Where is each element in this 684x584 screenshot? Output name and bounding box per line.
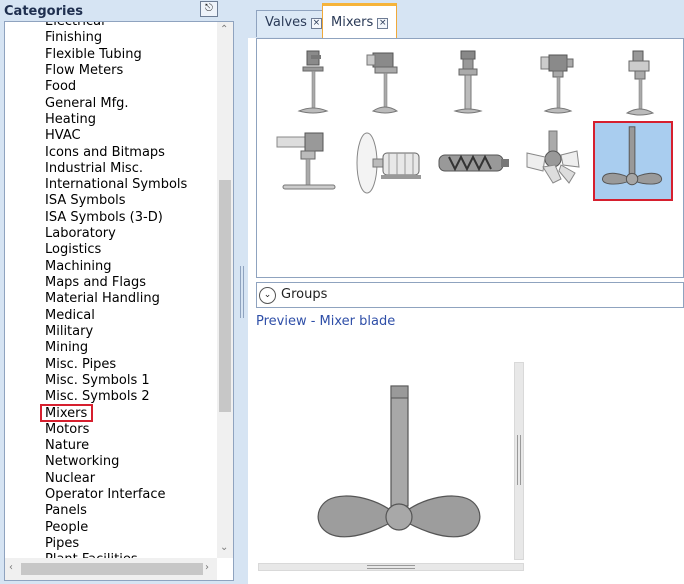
category-item[interactable]: Icons and Bitmaps bbox=[45, 145, 187, 161]
close-icon[interactable]: × bbox=[377, 18, 389, 29]
selected-category-outline bbox=[40, 404, 93, 422]
category-item[interactable]: Laboratory bbox=[45, 226, 187, 242]
tab-mixers[interactable]: Mixers × bbox=[322, 3, 398, 38]
tab-label: Valves bbox=[265, 15, 307, 30]
chevron-down-circle-icon[interactable]: ⌄ bbox=[259, 287, 276, 304]
symbol-gallery bbox=[256, 38, 684, 278]
preview-horizontal-scrollbar[interactable] bbox=[258, 563, 524, 571]
mixer-top-4-symbol[interactable] bbox=[519, 43, 599, 123]
categories-items: Electrical Finishing Flexible Tubing Flow M… bbox=[45, 22, 187, 569]
mixer-top-2-symbol[interactable] bbox=[347, 43, 427, 123]
category-item[interactable]: Motors bbox=[45, 422, 187, 438]
category-item[interactable]: ISA Symbols (3-D) bbox=[45, 210, 187, 226]
mixer-blade-symbol[interactable] bbox=[593, 121, 673, 201]
category-item[interactable]: People bbox=[45, 520, 187, 536]
mixer-screw-symbol[interactable] bbox=[435, 123, 515, 203]
category-item[interactable]: Logistics bbox=[45, 242, 187, 258]
mixer-top-5-symbol[interactable] bbox=[605, 43, 684, 123]
preview-area bbox=[256, 334, 684, 584]
pin-icon[interactable]: ⎋ bbox=[200, 1, 218, 17]
scroll-right-icon[interactable]: › bbox=[205, 562, 209, 573]
category-item[interactable]: Operator Interface bbox=[45, 487, 187, 503]
category-item[interactable]: Networking bbox=[45, 454, 187, 470]
mixer-drum-symbol[interactable] bbox=[347, 123, 427, 203]
category-item[interactable]: ISA Symbols bbox=[45, 193, 187, 209]
scroll-down-icon[interactable]: ⌄ bbox=[220, 542, 228, 553]
category-item[interactable]: Finishing bbox=[45, 30, 187, 46]
category-item[interactable]: Nuclear bbox=[45, 471, 187, 487]
scroll-left-icon[interactable]: ‹ bbox=[9, 562, 13, 573]
category-item[interactable]: Misc. Pipes bbox=[45, 357, 187, 373]
category-item[interactable]: Material Handling bbox=[45, 291, 187, 307]
category-item[interactable]: General Mfg. bbox=[45, 96, 187, 112]
mixer-top-3-symbol[interactable] bbox=[435, 43, 515, 123]
panel-splitter[interactable] bbox=[236, 0, 248, 584]
category-item[interactable]: Medical bbox=[45, 308, 187, 324]
groups-bar[interactable]: ⌄ Groups bbox=[256, 282, 684, 308]
category-item[interactable]: International Symbols bbox=[45, 177, 187, 193]
category-item[interactable]: Electrical bbox=[45, 22, 187, 30]
scroll-up-icon[interactable]: ⌃ bbox=[220, 24, 228, 35]
scroll-grip[interactable] bbox=[517, 435, 521, 485]
category-item[interactable]: Flexible Tubing bbox=[45, 47, 187, 63]
groups-label: Groups bbox=[281, 287, 328, 302]
category-item[interactable]: Misc. Symbols 1 bbox=[45, 373, 187, 389]
categories-vertical-scrollbar[interactable]: ⌃ ⌄ bbox=[217, 22, 233, 558]
mixer-side-1-symbol[interactable] bbox=[271, 123, 351, 203]
tabs-bar: Valves × Mixers × bbox=[248, 0, 684, 38]
category-item[interactable]: Military bbox=[45, 324, 187, 340]
mixer-top-1-symbol[interactable] bbox=[271, 43, 351, 123]
symbols-pane: Valves × Mixers × ⌄ Groups Preview - Mix… bbox=[248, 0, 684, 584]
category-item[interactable]: Industrial Misc. bbox=[45, 161, 187, 177]
splitter-grip[interactable] bbox=[240, 266, 244, 318]
category-item[interactable]: Heating bbox=[45, 112, 187, 128]
scroll-grip[interactable] bbox=[367, 565, 415, 569]
mixer-paddle-symbol[interactable] bbox=[519, 123, 599, 203]
category-item[interactable]: Nature bbox=[45, 438, 187, 454]
preview-title: Preview - Mixer blade bbox=[256, 314, 396, 329]
category-item[interactable]: HVAC bbox=[45, 128, 187, 144]
category-item[interactable]: Panels bbox=[45, 503, 187, 519]
preview-vertical-scrollbar[interactable] bbox=[514, 362, 524, 560]
tab-label: Mixers bbox=[331, 15, 374, 30]
close-icon[interactable]: × bbox=[310, 18, 322, 29]
tab-valves[interactable]: Valves × bbox=[256, 10, 331, 37]
categories-list[interactable]: Electrical Finishing Flexible Tubing Flow M… bbox=[4, 21, 234, 581]
category-item[interactable]: Pipes bbox=[45, 536, 187, 552]
scroll-thumb[interactable] bbox=[21, 563, 203, 575]
scroll-thumb[interactable] bbox=[219, 180, 231, 412]
category-item[interactable]: Maps and Flags bbox=[45, 275, 187, 291]
category-item[interactable]: Flow Meters bbox=[45, 63, 187, 79]
category-item[interactable]: Mining bbox=[45, 340, 187, 356]
categories-horizontal-scrollbar[interactable]: ‹ › bbox=[5, 558, 217, 580]
category-item[interactable]: Machining bbox=[45, 259, 187, 275]
category-item[interactable]: Food bbox=[45, 79, 187, 95]
categories-title: Categories bbox=[4, 4, 84, 19]
